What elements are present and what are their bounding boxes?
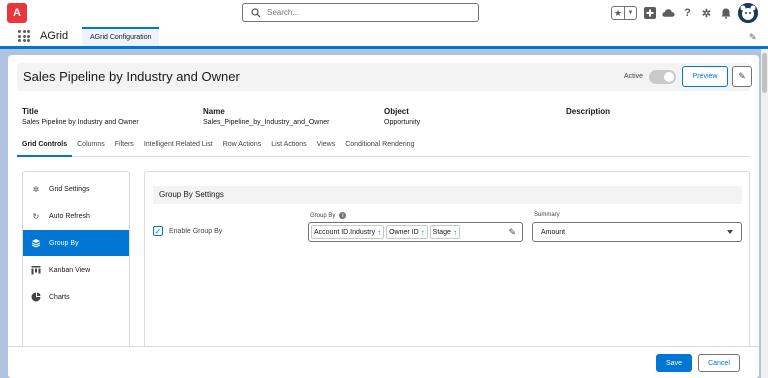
- meta-description: Description: [566, 107, 610, 119]
- pill-label: Owner ID: [389, 228, 419, 236]
- bell-icon[interactable]: [719, 7, 732, 20]
- cloud-icon[interactable]: [662, 7, 675, 20]
- kanban-icon: [31, 265, 41, 275]
- scrollbar-thumb[interactable]: [762, 53, 767, 93]
- refresh-icon: ↻: [32, 211, 40, 221]
- meta-name: Name Sales_Pipeline_by_Industry_and_Owne…: [203, 107, 329, 126]
- tab-list-actions[interactable]: List Actions: [266, 137, 311, 157]
- active-label: Active: [624, 73, 644, 80]
- pencil-icon[interactable]: ✎: [508, 227, 516, 238]
- enable-group-by-checkbox[interactable]: ✓: [153, 226, 163, 236]
- cancel-button[interactable]: Cancel: [698, 354, 740, 372]
- tab-intelligent-related-list[interactable]: Intelligent Related List: [139, 137, 218, 157]
- group-by-field[interactable]: Account ID.Industry ↑ Owner ID ↑ Stage ↑…: [308, 222, 523, 242]
- help-icon[interactable]: ?: [681, 7, 694, 20]
- gear-icon[interactable]: ✲: [700, 7, 713, 20]
- group-by-pill[interactable]: Account ID.Industry ↑: [311, 225, 385, 239]
- sidebar-item-label: Charts: [49, 293, 70, 301]
- avatar[interactable]: [738, 3, 758, 23]
- title-bar: Sales Pipeline by Industry and Owner Act…: [17, 63, 752, 91]
- sidebar-item-charts[interactable]: Charts: [23, 284, 129, 310]
- meta-name-label: Name: [203, 107, 225, 116]
- global-header: A ★ ▼ ? ✲: [0, 0, 768, 27]
- arrow-up-icon[interactable]: ↑: [377, 228, 381, 237]
- tab-grid-controls[interactable]: Grid Controls: [17, 137, 73, 157]
- summary-field-label: Summary: [534, 212, 560, 218]
- preview-button[interactable]: Preview: [682, 66, 728, 87]
- edit-button[interactable]: ✎: [732, 66, 752, 87]
- enable-group-by-label: Enable Group By: [169, 227, 223, 235]
- meta-object: Object Opportunity: [384, 107, 420, 126]
- active-toggle[interactable]: [649, 70, 676, 84]
- layers-icon: [31, 238, 41, 248]
- search-input[interactable]: [267, 8, 467, 17]
- gear-icon: ✲: [32, 184, 40, 194]
- global-search[interactable]: [242, 3, 479, 22]
- scrollbar[interactable]: [761, 49, 768, 378]
- pencil-icon: ✎: [738, 71, 746, 81]
- meta-title-label: Title: [22, 107, 39, 116]
- sidebar-item-grid-settings[interactable]: ✲ Grid Settings: [23, 176, 129, 202]
- sidebar-item-label: Auto Refresh: [49, 212, 90, 220]
- meta-object-label: Object: [384, 107, 409, 116]
- nav-tab-agrid-configuration[interactable]: AGrid Configuration: [82, 27, 160, 46]
- config-tabs: Grid Controls Columns Filters Intelligen…: [17, 137, 750, 157]
- star-icon[interactable]: ★: [612, 7, 624, 19]
- header-actions: ★ ▼ ? ✲: [611, 3, 758, 23]
- group-by-pill[interactable]: Owner ID ↑: [386, 225, 428, 239]
- favorites-group[interactable]: ★ ▼: [611, 6, 637, 20]
- pencil-icon[interactable]: ✎: [749, 32, 758, 42]
- meta-title: Title Sales Pipeline by Industry and Own…: [22, 107, 139, 126]
- pie-chart-icon: [31, 292, 41, 302]
- footer: Save Cancel: [8, 346, 759, 378]
- meta-title-value: Sales Pipeline by Industry and Owner: [22, 119, 139, 126]
- main-card: Sales Pipeline by Industry and Owner Act…: [8, 55, 759, 378]
- pill-label: Account ID.Industry: [314, 228, 376, 236]
- meta-description-label: Description: [566, 107, 611, 116]
- tab-filters[interactable]: Filters: [110, 137, 139, 157]
- group-by-field-label: Group By i: [310, 212, 347, 219]
- app-nav: AGrid AGrid Configuration ✎: [0, 27, 768, 49]
- group-by-pill[interactable]: Stage ↑: [429, 225, 460, 239]
- meta-name-value: Sales_Pipeline_by_Industry_and_Owner: [203, 119, 330, 126]
- group-by-panel: Group By Settings ✓ Enable Group By Grou…: [144, 171, 750, 351]
- chevron-down-icon[interactable]: ▼: [624, 7, 636, 19]
- arrow-up-icon[interactable]: ↑: [453, 228, 457, 237]
- arrow-up-icon[interactable]: ↑: [421, 228, 425, 237]
- sidebar-item-auto-refresh[interactable]: ↻ Auto Refresh: [23, 203, 129, 229]
- pill-label: Stage: [432, 228, 451, 236]
- sidebar-item-kanban-view[interactable]: Kanban View: [23, 257, 129, 283]
- summary-label: Summary: [534, 212, 560, 218]
- app-logo[interactable]: A: [7, 3, 27, 23]
- settings-menu: ✲ Grid Settings ↻ Auto Refresh Group By …: [22, 171, 130, 351]
- summary-select[interactable]: Amount: [532, 222, 742, 242]
- group-by-label: Group By: [310, 212, 336, 219]
- tab-conditional-rendering[interactable]: Conditional Rendering: [340, 137, 419, 157]
- section-header: Group By Settings: [153, 186, 742, 204]
- sidebar-item-label: Group By: [49, 239, 79, 247]
- summary-value: Amount: [541, 228, 566, 236]
- enable-group-by[interactable]: ✓ Enable Group By: [153, 226, 222, 236]
- chevron-down-icon: [727, 230, 733, 234]
- page-title: Sales Pipeline by Industry and Owner: [23, 69, 240, 84]
- tab-views[interactable]: Views: [312, 137, 341, 157]
- search-icon: [251, 7, 261, 17]
- sidebar-item-group-by[interactable]: Group By: [23, 230, 129, 256]
- info-icon[interactable]: i: [339, 212, 347, 219]
- app-launcher-icon[interactable]: [18, 30, 30, 42]
- app-name: AGrid: [40, 30, 69, 42]
- tab-columns[interactable]: Columns: [72, 137, 110, 157]
- add-icon[interactable]: [643, 7, 656, 20]
- save-button[interactable]: Save: [656, 354, 692, 372]
- sidebar-item-label: Grid Settings: [49, 185, 90, 193]
- tab-row-actions[interactable]: Row Actions: [218, 137, 267, 157]
- sidebar-item-label: Kanban View: [49, 266, 91, 274]
- meta-object-value: Opportunity: [384, 119, 421, 126]
